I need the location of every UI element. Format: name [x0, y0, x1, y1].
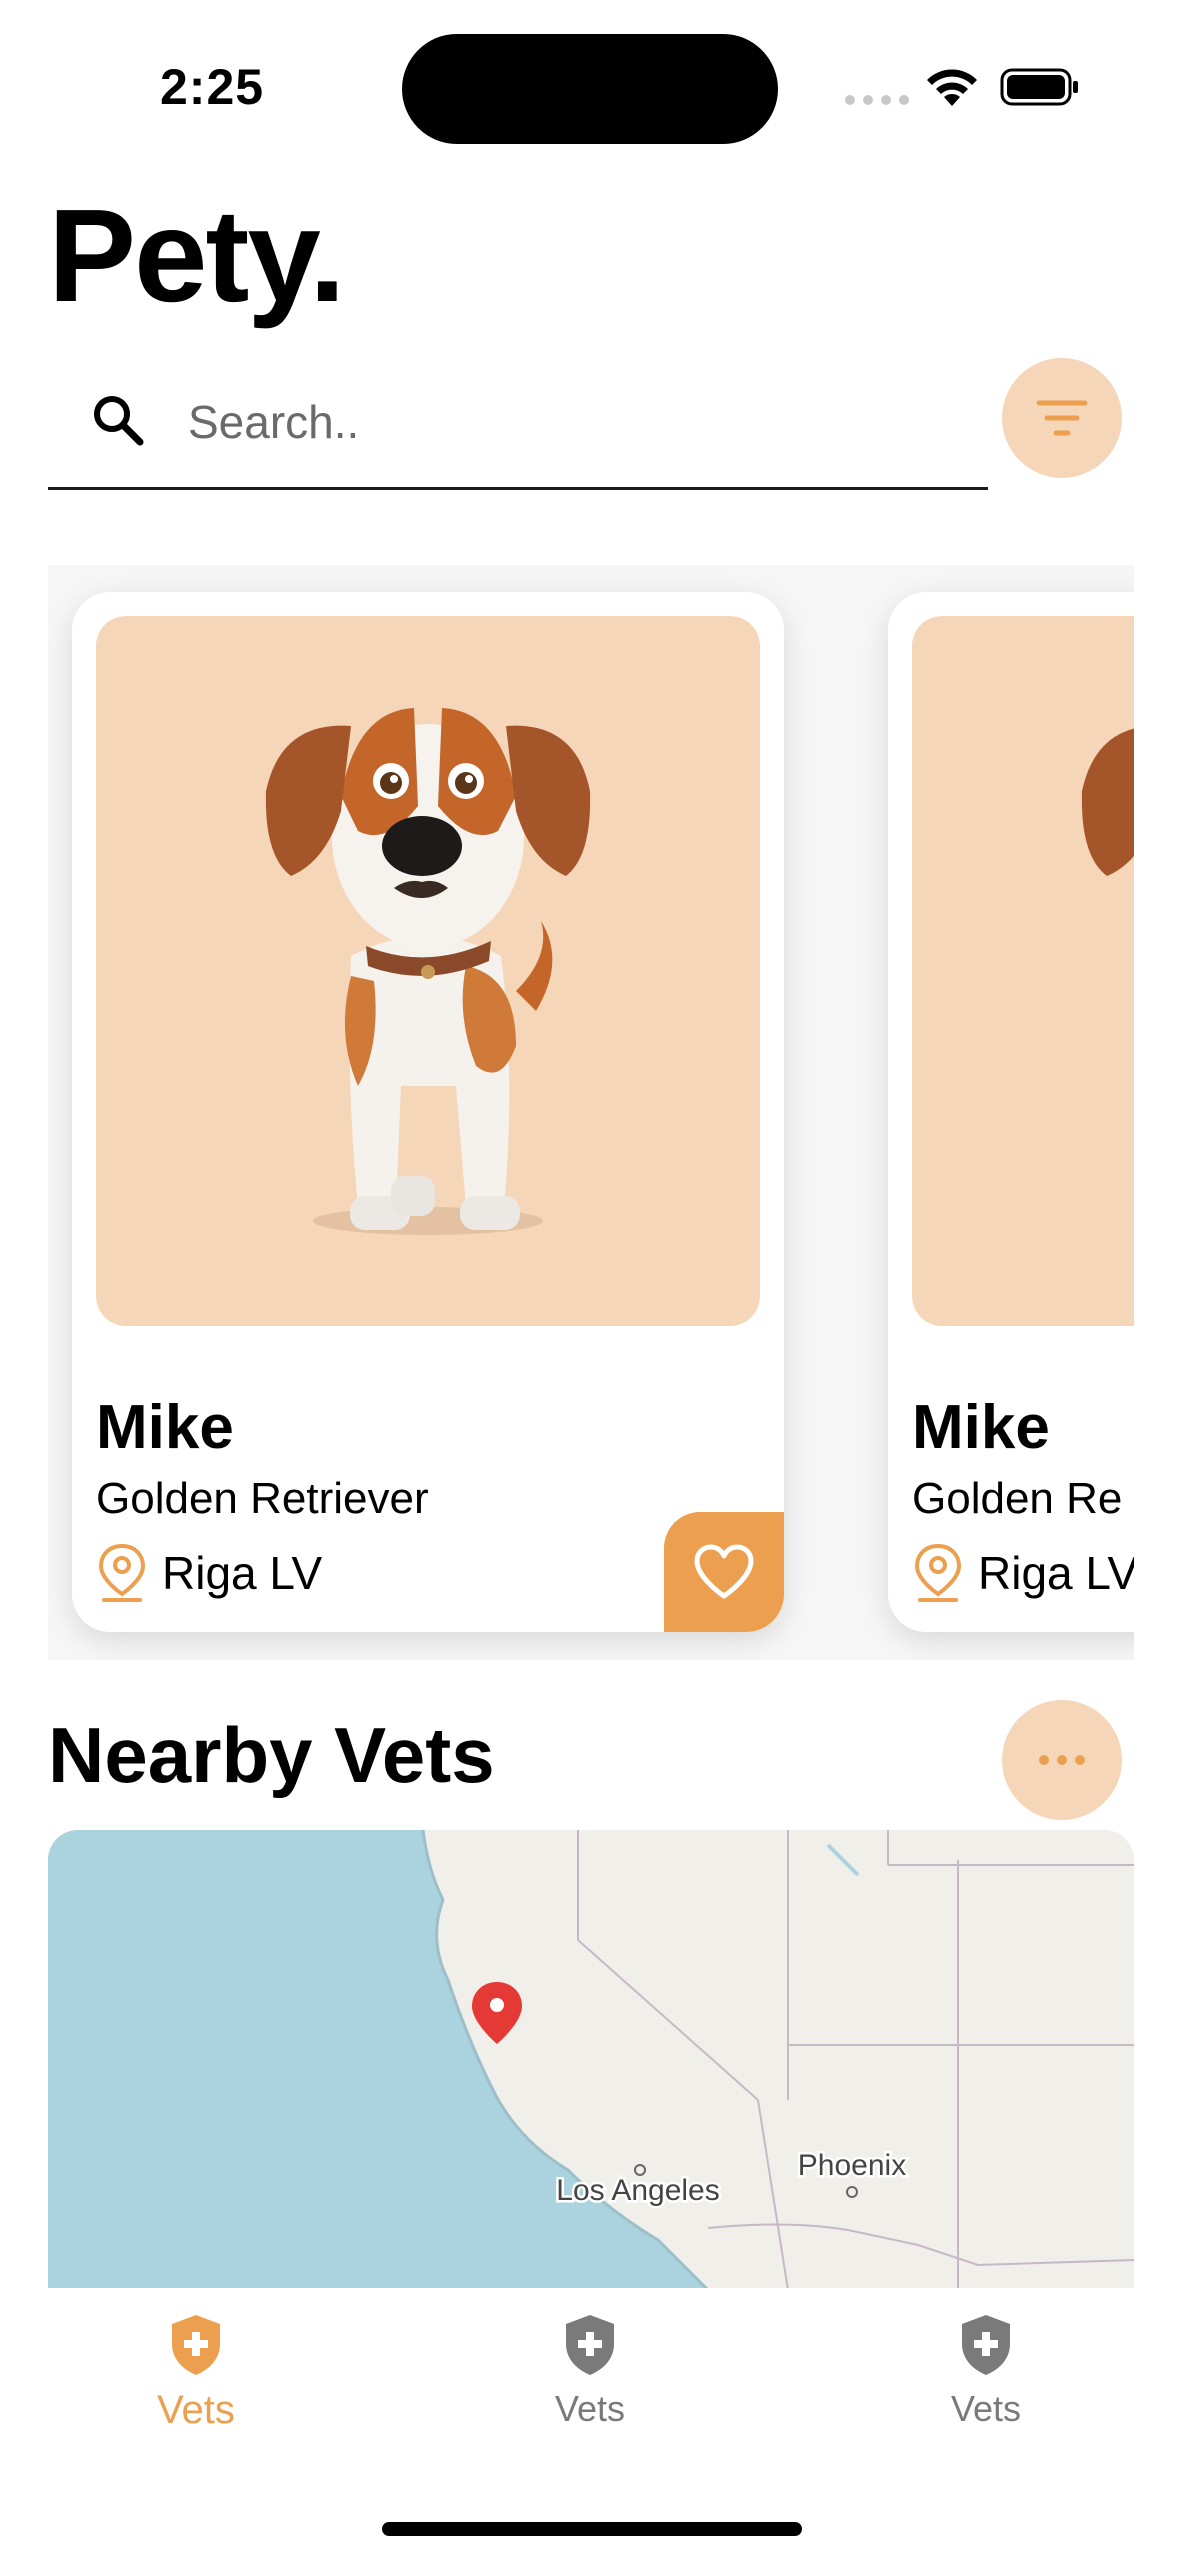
pet-location: Riga LV	[96, 1542, 322, 1604]
dynamic-island	[402, 34, 778, 144]
cellular-signal-icon	[845, 95, 909, 105]
pet-name: Mike	[96, 1393, 234, 1462]
tab-vets-1[interactable]: Vets	[46, 2312, 346, 2433]
status-time: 2:25	[160, 59, 265, 115]
pet-card[interactable]: Mike Golden Re Riga LV	[888, 592, 1134, 1632]
location-pin-icon	[98, 1543, 146, 1602]
tab-label: Vets	[950, 2388, 1022, 2429]
more-button[interactable]	[1002, 1700, 1122, 1820]
home-indicator[interactable]	[382, 2522, 802, 2536]
pet-card[interactable]: Mike Golden Retriever Riga LV	[72, 592, 784, 1632]
pet-name: Mike	[912, 1393, 1050, 1462]
map-label-city2: Phoenix	[798, 2149, 906, 2182]
search-bar[interactable]	[48, 360, 988, 490]
page-title: Pety.	[48, 182, 346, 329]
vets-map[interactable]: Los Angeles Phoenix	[48, 1830, 1134, 2290]
map-label-city1: Los Angeles	[556, 2174, 719, 2207]
tab-label: Vets	[157, 2388, 235, 2432]
pet-location: Riga LV	[912, 1542, 1134, 1604]
filter-button[interactable]	[1002, 358, 1122, 478]
pet-breed: Golden Re	[912, 1474, 1123, 1523]
filter-icon	[1036, 400, 1088, 436]
battery-icon	[1000, 68, 1078, 106]
tab-vets-3[interactable]: Vets	[836, 2312, 1136, 2430]
pet-location-text: Riga LV	[162, 1547, 323, 1599]
favorite-button[interactable]	[664, 1512, 784, 1632]
pet-breed: Golden Retriever	[96, 1474, 429, 1523]
pet-location-text: Riga LV	[978, 1547, 1134, 1599]
search-icon	[94, 396, 144, 446]
tab-bar: Vets Vets Vets	[0, 2288, 1179, 2556]
vet-shield-icon	[172, 2315, 220, 2375]
section-title: Nearby Vets	[48, 1711, 495, 1799]
more-icon	[1039, 1755, 1085, 1765]
pet-image	[912, 616, 1134, 1326]
pet-carousel[interactable]: Mike Golden Retriever Riga LV Mike Golde	[48, 565, 1134, 1660]
wifi-icon	[927, 69, 977, 106]
heart-icon	[694, 1544, 754, 1599]
search-input[interactable]	[188, 382, 948, 462]
tab-vets-2[interactable]: Vets	[440, 2312, 740, 2430]
tab-label: Vets	[554, 2388, 626, 2429]
pet-image	[96, 616, 760, 1326]
vet-shield-icon	[962, 2315, 1010, 2375]
location-pin-icon	[914, 1543, 962, 1602]
vet-shield-icon	[566, 2315, 614, 2375]
